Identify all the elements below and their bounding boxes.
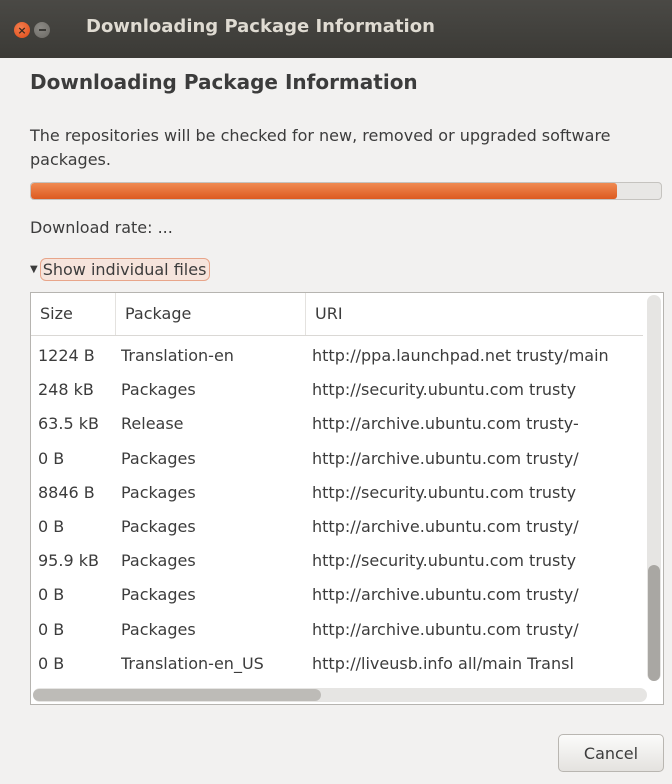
cell-uri: http://liveusb.info all/main Transl <box>312 653 574 673</box>
cell-size: 0 B <box>38 517 65 536</box>
cell-package: Packages <box>121 448 196 468</box>
cell-size: 0 B <box>38 619 65 639</box>
expander-label[interactable]: Show individual files <box>39 257 211 281</box>
cell-size: 0 B <box>38 585 65 605</box>
cell-package: Packages <box>121 551 196 571</box>
cell-package: Translation-en_US <box>121 653 264 673</box>
cell-uri: http://archive.ubuntu.com trusty/ <box>312 517 579 536</box>
show-files-expander[interactable]: ▼ Show individual files <box>30 256 211 282</box>
cell-package: Packages <box>121 482 196 502</box>
table-row[interactable]: 95.9 kB Packages http://security.ubuntu.co… <box>31 544 643 578</box>
cell-package: Packages <box>121 380 196 400</box>
table-row[interactable]: 0 B Packages http://archive.ubuntu.com tru… <box>31 442 643 476</box>
column-header-package[interactable]: Package <box>116 293 306 335</box>
cell-size: 95.9 kB <box>38 551 99 571</box>
download-progress-bar <box>30 182 662 200</box>
horizontal-scroll-thumb[interactable] <box>33 689 321 701</box>
dialog-description: The repositories will be checked for new… <box>30 126 611 169</box>
cell-size: 0 B <box>38 653 65 673</box>
cell-uri: http://archive.ubuntu.com trusty/ <box>312 619 579 639</box>
table-row[interactable]: 63.5 kB Release http://archive.ubuntu.com … <box>31 407 643 441</box>
minimize-icon[interactable] <box>34 22 50 38</box>
cell-size: 0 B <box>38 448 65 468</box>
window-title: Downloading Package Information <box>86 16 435 37</box>
triangle-down-icon[interactable]: ▼ <box>30 264 38 275</box>
table-row[interactable]: 0 B Packages http://archive.ubuntu.com tru… <box>31 510 643 544</box>
cell-uri: http://security.ubuntu.com trusty <box>312 551 577 571</box>
cell-size: 63.5 kB <box>38 414 99 434</box>
cell-uri: http://security.ubuntu.com trusty <box>312 482 577 502</box>
column-header-uri[interactable]: URI <box>306 293 643 335</box>
horizontal-scrollbar[interactable] <box>33 688 647 702</box>
cell-uri: http://archive.ubuntu.com trusty- <box>312 414 579 434</box>
table-row[interactable]: 248 kB Packages http://security.ubuntu.com… <box>31 373 643 407</box>
table-row[interactable]: 1224 B Translation-en http://ppa.launchpad… <box>31 339 643 373</box>
cell-package: Packages <box>121 619 196 639</box>
window-titlebar: × Downloading Package Information <box>0 0 672 58</box>
cell-package: Release <box>121 414 184 434</box>
cell-size: 8846 B <box>38 482 95 502</box>
table-row[interactable]: 0 B Translation-en_US http://liveusb.info … <box>31 647 643 681</box>
cell-uri: http://archive.ubuntu.com trusty/ <box>312 448 579 468</box>
progress-fill <box>31 183 617 199</box>
close-icon[interactable]: × <box>14 22 30 38</box>
column-header-size[interactable]: Size <box>31 293 116 335</box>
dialog-heading: Downloading Package Information <box>30 70 418 94</box>
cell-size: 248 kB <box>38 380 94 400</box>
cell-uri: http://ppa.launchpad.net trusty/main <box>312 346 609 365</box>
files-list[interactable]: Size Package URI 1224 B Translation-en htt… <box>30 292 664 705</box>
cancel-button[interactable]: Cancel <box>558 734 664 772</box>
cell-size: 1224 B <box>38 346 95 365</box>
cell-package: Packages <box>121 517 196 536</box>
table-row[interactable]: 0 B Packages http://archive.ubuntu.com tru… <box>31 613 643 647</box>
table-row[interactable]: 8846 B Packages http://security.ubuntu.com… <box>31 476 643 510</box>
list-header: Size Package URI <box>31 293 643 336</box>
table-row[interactable]: 0 B Packages http://archive.ubuntu.com tru… <box>31 578 643 612</box>
vertical-scroll-thumb[interactable] <box>648 565 660 681</box>
download-rate: Download rate: ... <box>30 218 173 237</box>
cell-package: Packages <box>121 585 196 605</box>
cell-package: Translation-en <box>121 346 234 365</box>
cell-uri: http://archive.ubuntu.com trusty/ <box>312 585 579 605</box>
vertical-scrollbar[interactable] <box>647 295 661 681</box>
cell-uri: http://security.ubuntu.com trusty <box>312 380 577 400</box>
